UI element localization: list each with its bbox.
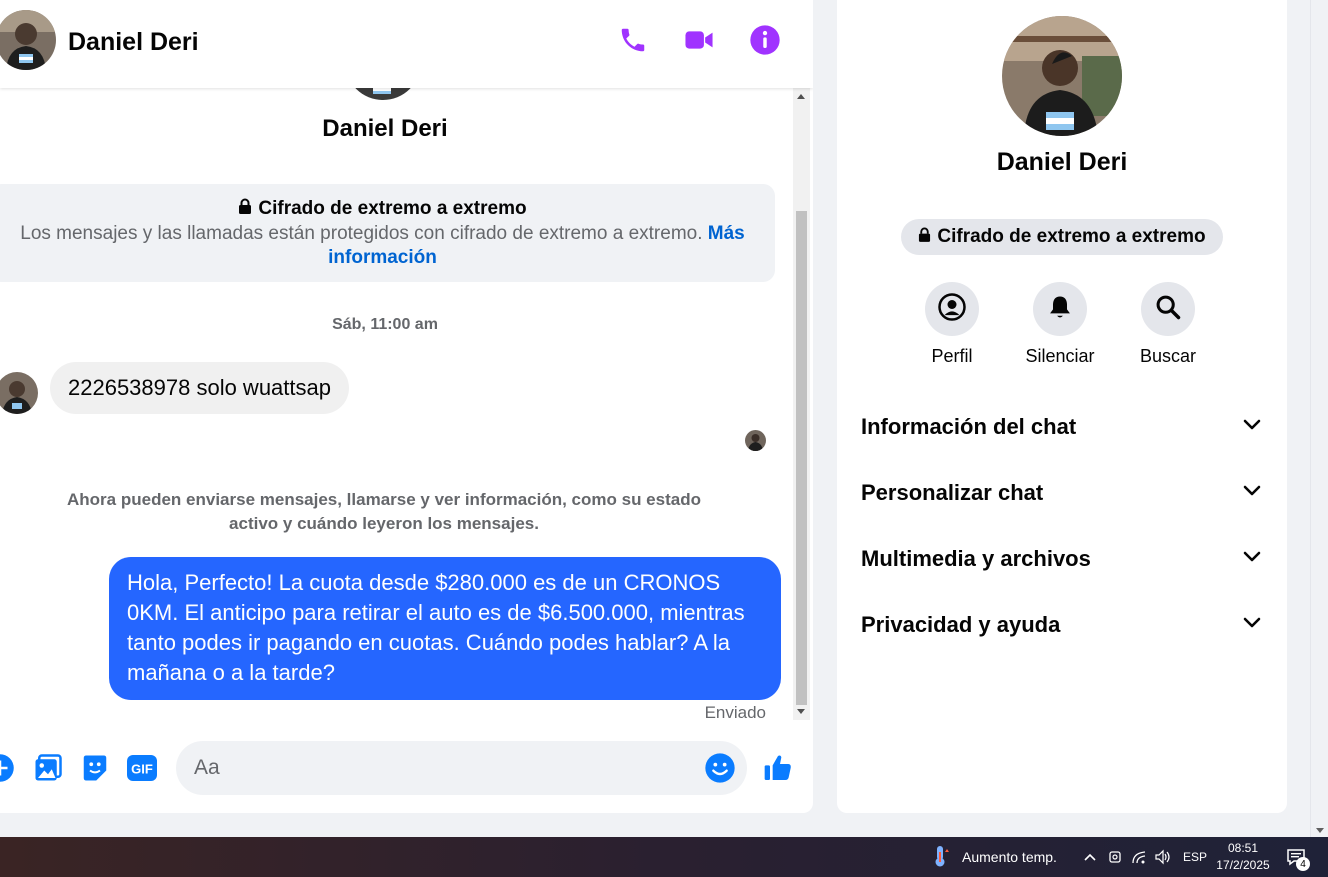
clock-time: 08:51 [1227, 841, 1259, 855]
chevron-up-icon[interactable] [1083, 837, 1097, 877]
chat-panel: Daniel Deri Daniel Deri Cifrado de extre… [0, 0, 813, 813]
windows-taskbar: Aumento temp. ESP 08:51 17/2/2025 4 [0, 837, 1328, 877]
e2e-badge[interactable]: Cifrado de extremo a extremo [901, 219, 1223, 255]
video-camera-icon[interactable] [681, 22, 717, 58]
profile-button[interactable]: Perfil [902, 282, 1002, 367]
message-composer: GIF [0, 730, 813, 806]
emoji-icon[interactable] [704, 752, 736, 784]
section-label: Privacidad y ayuda [861, 612, 1061, 637]
message-timestamp: Sáb, 11:00 am [332, 316, 438, 333]
weather-widget[interactable]: Aumento temp. [930, 837, 1057, 877]
search-icon [1154, 293, 1182, 326]
scroll-down-arrow-icon[interactable] [797, 709, 805, 714]
message-scrollbar[interactable] [793, 88, 810, 720]
chat-header: Daniel Deri [0, 0, 813, 88]
lock-icon [238, 198, 252, 220]
sent-status: Enviado [704, 703, 766, 720]
e2e-notice: Cifrado de extremo a extremo Los mensaje… [0, 184, 775, 282]
thumbs-up-icon[interactable] [762, 752, 794, 784]
e2e-title: Cifrado de extremo a extremo [258, 198, 527, 219]
section-label: Multimedia y archivos [861, 546, 1091, 571]
section-label: Personalizar chat [861, 480, 1044, 505]
connection-info-note: Ahora pueden enviarse mensajes, llamarse… [67, 490, 701, 533]
profile-avatar [345, 88, 421, 100]
chevron-down-icon [1243, 616, 1261, 634]
search-label: Buscar [1139, 346, 1197, 366]
contact-avatar[interactable] [0, 10, 56, 70]
section-privacy-help[interactable]: Privacidad y ayuda [861, 601, 1261, 649]
bell-icon [1046, 293, 1074, 326]
e2e-description: Los mensajes y las llamadas están proteg… [20, 223, 703, 244]
info-icon[interactable] [747, 22, 783, 58]
thermometer-icon [930, 844, 950, 871]
chevron-down-icon [1243, 550, 1261, 568]
info-contact-name: Daniel Deri [996, 148, 1128, 176]
scroll-down-arrow-icon[interactable] [1316, 828, 1324, 833]
camera-tray-icon[interactable] [1107, 837, 1123, 877]
section-label: Información del chat [861, 414, 1077, 439]
profile-label: Perfil [931, 346, 973, 366]
plus-icon[interactable] [0, 752, 16, 784]
sender-avatar[interactable] [0, 372, 38, 414]
wifi-icon[interactable] [1131, 837, 1149, 877]
message-list[interactable]: Daniel Deri Cifrado de extremo a extremo… [0, 88, 793, 720]
volume-icon[interactable] [1154, 837, 1172, 877]
chevron-down-icon [1243, 418, 1261, 436]
lock-icon [918, 226, 931, 248]
language-indicator[interactable]: ESP [1183, 837, 1207, 877]
section-media-files[interactable]: Multimedia y archivos [861, 535, 1261, 583]
photo-gallery-icon[interactable] [32, 752, 64, 784]
sticker-icon[interactable] [79, 752, 111, 784]
svg-text:GIF: GIF [131, 762, 153, 777]
profile-name: Daniel Deri [322, 115, 448, 142]
page-scrollbar[interactable] [1310, 0, 1328, 837]
notification-count-badge: 4 [1296, 857, 1310, 871]
seen-indicator-avatar [745, 430, 766, 451]
section-customize-chat[interactable]: Personalizar chat [861, 469, 1261, 517]
mute-label: Silenciar [1025, 346, 1095, 366]
mute-button[interactable]: Silenciar [1010, 282, 1110, 367]
section-chat-info[interactable]: Información del chat [861, 403, 1261, 451]
message-input[interactable] [176, 741, 747, 795]
outgoing-message[interactable]: Hola, Perfecto! La cuota desde $280.000 … [109, 557, 781, 700]
taskbar-clock[interactable]: 08:51 17/2/2025 [1210, 840, 1276, 874]
info-avatar[interactable] [1002, 16, 1122, 136]
chevron-down-icon [1243, 484, 1261, 502]
gif-icon[interactable]: GIF [126, 752, 158, 784]
weather-text: Aumento temp. [962, 849, 1057, 865]
profile-icon [937, 292, 967, 327]
scroll-up-arrow-icon[interactable] [797, 94, 805, 99]
incoming-message[interactable]: 2226538978 solo wuattsap [50, 362, 349, 414]
scroll-thumb[interactable] [796, 211, 807, 705]
conversation-info-panel: Daniel Deri Cifrado de extremo a extremo… [837, 0, 1287, 813]
search-button[interactable]: Buscar [1118, 282, 1218, 367]
contact-name[interactable]: Daniel Deri [68, 28, 199, 57]
phone-icon[interactable] [615, 22, 651, 58]
e2e-badge-label: Cifrado de extremo a extremo [937, 226, 1206, 247]
clock-date: 17/2/2025 [1216, 858, 1270, 872]
